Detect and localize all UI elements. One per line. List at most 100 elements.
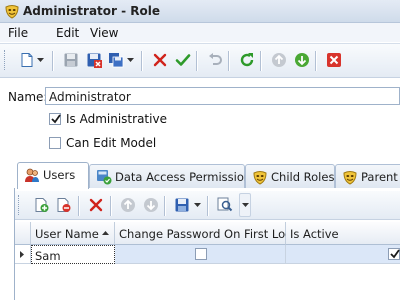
data-access-icon bbox=[97, 170, 112, 185]
grid-search-button[interactable] bbox=[216, 196, 234, 214]
chevron-down-icon bbox=[37, 58, 44, 62]
chevron-down-icon bbox=[194, 203, 201, 207]
main-toolbar bbox=[0, 43, 400, 78]
save-options-icon bbox=[175, 198, 189, 212]
save-options-dropdown[interactable] bbox=[127, 51, 134, 69]
cell-is-active[interactable] bbox=[286, 245, 400, 264]
new-button[interactable] bbox=[18, 51, 36, 69]
save-and-close-icon bbox=[87, 53, 102, 68]
tab-child-roles[interactable]: Child Roles bbox=[245, 164, 335, 188]
grid-delete-button[interactable] bbox=[87, 196, 105, 214]
name-field[interactable]: Administrator bbox=[45, 87, 400, 105]
toolbar-separator bbox=[228, 51, 230, 71]
can-edit-model-label: Can Edit Model bbox=[66, 136, 157, 150]
save-options-icon bbox=[109, 53, 124, 68]
users-grid: User Name Change Password On First Logon… bbox=[15, 222, 400, 300]
toolbar-separator bbox=[196, 51, 198, 71]
undo-icon bbox=[209, 53, 222, 65]
toolbar-separator bbox=[110, 196, 112, 216]
role-mask-icon bbox=[253, 171, 267, 185]
cell-change-password[interactable] bbox=[115, 245, 286, 264]
grid-move-up-button[interactable] bbox=[119, 196, 137, 214]
column-header-change-password[interactable]: Change Password On First Logon bbox=[115, 222, 307, 245]
window-title: Administrator - Role bbox=[23, 4, 161, 18]
refresh-icon bbox=[240, 53, 254, 67]
next-record-icon bbox=[295, 53, 309, 67]
tab-parent-roles[interactable]: Parent Roles bbox=[335, 164, 400, 188]
accept-icon bbox=[175, 54, 191, 66]
users-icon bbox=[25, 168, 39, 182]
menu-bar: File Edit View bbox=[0, 23, 400, 42]
toolbar-separator bbox=[78, 196, 80, 216]
checkmark-icon bbox=[390, 249, 400, 259]
toolbar-grip[interactable] bbox=[18, 195, 22, 215]
sort-ascending-icon bbox=[102, 231, 109, 235]
search-icon bbox=[217, 197, 233, 212]
accept-button[interactable] bbox=[174, 51, 192, 69]
next-record-button[interactable] bbox=[293, 51, 311, 69]
toolbar-grip[interactable] bbox=[4, 50, 8, 70]
grid-save-dropdown[interactable] bbox=[194, 196, 201, 214]
is-active-checkbox[interactable] bbox=[388, 248, 400, 260]
role-mask-icon bbox=[5, 5, 19, 19]
tab-child-roles-label: Child Roles bbox=[271, 170, 335, 184]
add-user-button[interactable] bbox=[33, 196, 51, 214]
toolbar-separator bbox=[260, 51, 262, 71]
is-administrative-label: Is Administrative bbox=[66, 112, 167, 126]
chevron-down-icon bbox=[127, 58, 134, 62]
close-icon bbox=[327, 53, 341, 67]
tab-users-label: Users bbox=[43, 168, 76, 182]
save-icon bbox=[64, 53, 78, 67]
column-header-user-name[interactable]: User Name bbox=[31, 222, 115, 245]
tab-data-access-permissions[interactable]: Data Access Permissions bbox=[89, 164, 257, 188]
row-indicator[interactable] bbox=[15, 245, 31, 264]
delete-button[interactable] bbox=[151, 51, 169, 69]
close-button[interactable] bbox=[325, 51, 343, 69]
toolbar-separator bbox=[52, 51, 54, 71]
previous-record-button[interactable] bbox=[270, 51, 288, 69]
column-header-change-password-label: Change Password On First Logon bbox=[119, 227, 307, 241]
undo-button[interactable] bbox=[206, 51, 224, 69]
tab-strip: Users Data Access Permissions Child Role… bbox=[14, 162, 400, 189]
remove-item-icon bbox=[57, 198, 71, 212]
save-button[interactable] bbox=[62, 51, 80, 69]
refresh-button[interactable] bbox=[238, 51, 256, 69]
save-options-button[interactable] bbox=[107, 51, 125, 69]
new-dropdown[interactable] bbox=[37, 51, 44, 69]
title-bar: Administrator - Role bbox=[0, 0, 400, 23]
column-header-user-name-label: User Name bbox=[35, 227, 99, 241]
toolbar-separator bbox=[315, 51, 317, 71]
row-indicator-header bbox=[15, 222, 31, 245]
cell-user-name-value: Sam bbox=[35, 249, 61, 263]
grid-save-button[interactable] bbox=[173, 196, 191, 214]
is-administrative-checkbox[interactable] bbox=[49, 113, 61, 125]
can-edit-model-checkbox[interactable] bbox=[49, 137, 61, 149]
remove-user-button[interactable] bbox=[55, 196, 73, 214]
role-mask-icon bbox=[343, 171, 357, 185]
toolbar-separator bbox=[141, 51, 143, 71]
grid-move-down-button[interactable] bbox=[142, 196, 160, 214]
current-row-icon bbox=[20, 251, 24, 258]
grid-toolbar bbox=[15, 191, 400, 220]
previous-record-icon bbox=[272, 53, 286, 67]
add-item-icon bbox=[35, 198, 49, 212]
move-up-icon bbox=[121, 198, 135, 212]
save-and-close-button[interactable] bbox=[85, 51, 103, 69]
change-password-checkbox[interactable] bbox=[195, 248, 207, 260]
cell-user-name[interactable]: Sam bbox=[31, 245, 115, 264]
name-label: Name: bbox=[8, 90, 48, 104]
menu-view[interactable]: View bbox=[90, 26, 118, 40]
move-down-icon bbox=[144, 198, 158, 212]
grid-search-dropdown[interactable] bbox=[239, 193, 251, 217]
chevron-down-icon bbox=[241, 203, 249, 207]
new-document-icon bbox=[21, 53, 33, 67]
tab-parent-roles-label: Parent Roles bbox=[361, 170, 400, 184]
toolbar-separator bbox=[164, 196, 166, 216]
tab-users[interactable]: Users bbox=[17, 162, 89, 189]
menu-edit[interactable]: Edit bbox=[56, 26, 79, 40]
delete-icon bbox=[89, 198, 103, 212]
column-header-is-active-label: Is Active bbox=[290, 227, 339, 241]
toolbar-separator bbox=[207, 196, 209, 216]
menu-file[interactable]: File bbox=[8, 26, 28, 40]
column-header-is-active[interactable]: Is Active bbox=[286, 222, 400, 245]
